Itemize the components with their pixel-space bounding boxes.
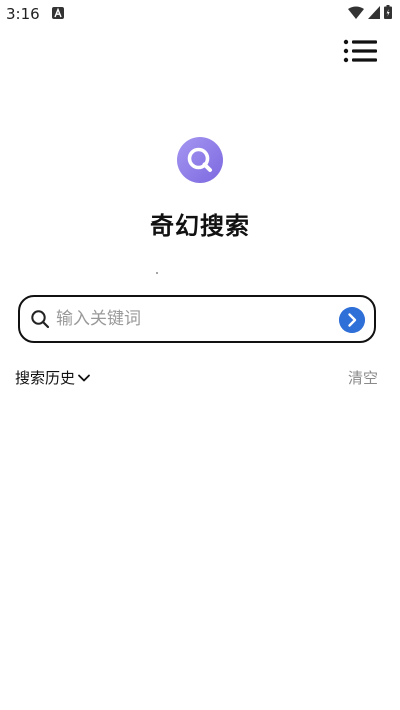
status-bar: 3:16 xyxy=(0,0,400,28)
search-bar[interactable] xyxy=(18,295,376,343)
clear-history-button[interactable]: 清空 xyxy=(348,367,378,388)
search-screen: 3:16 奇幻搜索 输入关键词 搜索历史 清空 xyxy=(0,0,400,710)
search-history-label: 搜索历史 xyxy=(15,369,76,387)
notification-a-icon xyxy=(52,7,64,19)
search-icon xyxy=(31,310,50,329)
cellular-icon xyxy=(368,5,380,19)
status-icons xyxy=(348,5,392,19)
wifi-icon xyxy=(348,6,364,19)
app-title: 奇幻搜索 xyxy=(150,212,250,240)
chevron-down-icon xyxy=(78,374,90,381)
search-logo-icon xyxy=(177,137,223,183)
search-input[interactable] xyxy=(56,305,326,333)
menu-list-icon[interactable] xyxy=(343,38,377,64)
search-history-toggle[interactable]: 搜索历史 xyxy=(15,367,91,388)
battery-icon xyxy=(384,5,392,19)
status-time: 3:16 xyxy=(6,5,40,23)
decorative-dot xyxy=(156,272,158,274)
arrow-right-icon[interactable] xyxy=(339,307,365,333)
